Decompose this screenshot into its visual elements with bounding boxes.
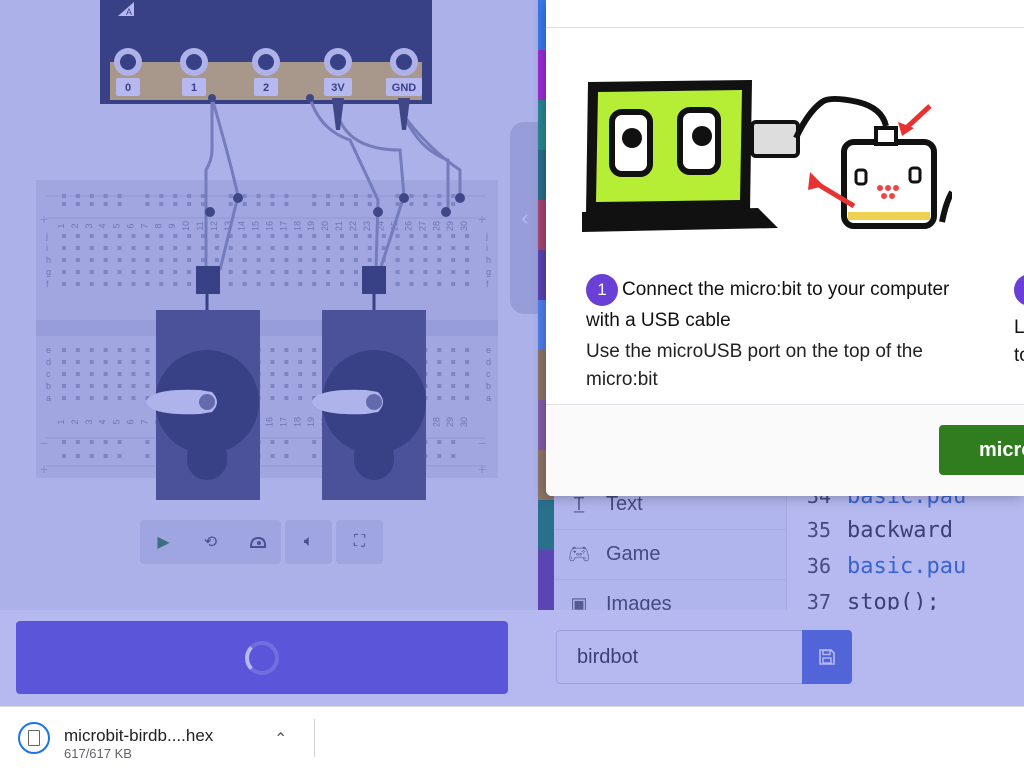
file-icon[interactable] bbox=[18, 722, 50, 754]
step-number-badge: 1 bbox=[586, 274, 618, 306]
dialog-footer: micro bbox=[546, 404, 1024, 496]
browser-download-shelf: microbit-birdb....hex 617/617 KB ⌃ bbox=[0, 706, 1024, 768]
dialog-body: 1 Connect the micro:bit to your computer … bbox=[546, 28, 1024, 404]
chevron-up-icon[interactable]: ⌃ bbox=[274, 729, 287, 749]
step-2-text: L to bbox=[1014, 317, 1024, 366]
dialog-primary-button[interactable]: micro bbox=[939, 425, 1024, 475]
dialog-header bbox=[546, 0, 1024, 28]
download-file-size: 617/617 KB bbox=[64, 746, 132, 761]
app-root: A 0 1 2 3V GND + + − − + + 1 1 2 2 3 3 4… bbox=[0, 0, 1024, 768]
step-1: 1 Connect the micro:bit to your computer … bbox=[586, 274, 986, 394]
connect-usb-illustration bbox=[582, 80, 952, 232]
step-number-badge bbox=[1014, 274, 1024, 306]
download-instructions-dialog: 1 Connect the micro:bit to your computer … bbox=[546, 0, 1024, 496]
step-title: Connect the micro:bit to your computer w… bbox=[586, 279, 950, 331]
step-2-partial: L to bbox=[1014, 274, 1024, 370]
divider bbox=[314, 719, 315, 757]
step-description: Use the microUSB port on the top of the … bbox=[586, 341, 923, 390]
download-file-name[interactable]: microbit-birdb....hex bbox=[64, 726, 213, 746]
